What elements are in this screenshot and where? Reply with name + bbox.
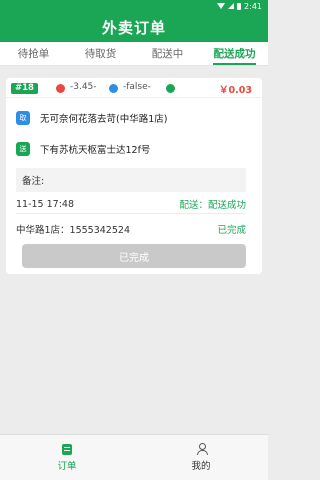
- nav-profile[interactable]: 我的: [134, 435, 268, 480]
- wifi-icon: [217, 3, 226, 9]
- battery-icon: [237, 2, 242, 10]
- store-phone: 中华路1店：1555342524: [16, 225, 130, 236]
- status-time: 2:41: [244, 1, 262, 11]
- page-title: 外卖订单: [101, 18, 166, 37]
- tab-delivered[interactable]: 配送成功: [201, 42, 268, 65]
- tab-pending-grab[interactable]: 待抢单: [0, 42, 67, 65]
- green-dot-icon: [166, 84, 175, 93]
- order-price: ￥0.03: [219, 85, 252, 96]
- order-number: #18: [11, 83, 38, 94]
- divider: [16, 213, 246, 214]
- completed-button[interactable]: 已完成: [22, 244, 246, 268]
- delivery-row: 送 下有苏杭天枢富士达12f号: [16, 142, 246, 156]
- signal-icon: [228, 3, 235, 9]
- pickup-address: 无可奈何花落去苛(中华路1店): [40, 114, 168, 125]
- delivery-icon: 送: [16, 142, 30, 156]
- nav-orders-label: 订单: [57, 460, 77, 472]
- nav-orders[interactable]: 订单: [0, 435, 134, 480]
- bottom-nav: 订单 我的: [0, 434, 268, 480]
- pickup-row: 取 无可奈何花落去苛(中华路1店): [16, 111, 246, 125]
- tab-delivering[interactable]: 配送中: [134, 42, 201, 65]
- app-header: 外卖订单: [0, 12, 268, 42]
- remark-box: 备注:: [16, 168, 246, 192]
- pickup-icon: 取: [16, 111, 30, 125]
- store-row: 中华路1店：1555342524 已完成: [16, 222, 246, 236]
- completion-status: 已完成: [217, 225, 246, 236]
- order-datetime: 11-15 17:48: [16, 198, 75, 210]
- delivery-status: 配送：配送成功: [179, 200, 246, 211]
- nav-profile-label: 我的: [191, 461, 211, 472]
- delivery-address: 下有苏杭天枢富士达12f号: [40, 145, 151, 156]
- red-dot-icon: [56, 84, 65, 93]
- tag-blue-text: -false-: [123, 82, 151, 92]
- order-card-header: #18 -3.45- -false- ￥0.03: [6, 80, 262, 98]
- remark-label: 备注:: [22, 176, 45, 187]
- tab-pending-pickup[interactable]: 待取货: [67, 42, 134, 65]
- order-time-row: 11-15 17:48 配送：配送成功: [16, 197, 246, 212]
- user-icon: [196, 443, 208, 455]
- tag-red-text: -3.45-: [70, 82, 97, 92]
- status-bar: 2:41: [0, 0, 268, 12]
- blue-dot-icon: [109, 84, 118, 93]
- orders-icon: [62, 443, 72, 455]
- order-tabs: 待抢单 待取货 配送中 配送成功: [0, 42, 268, 66]
